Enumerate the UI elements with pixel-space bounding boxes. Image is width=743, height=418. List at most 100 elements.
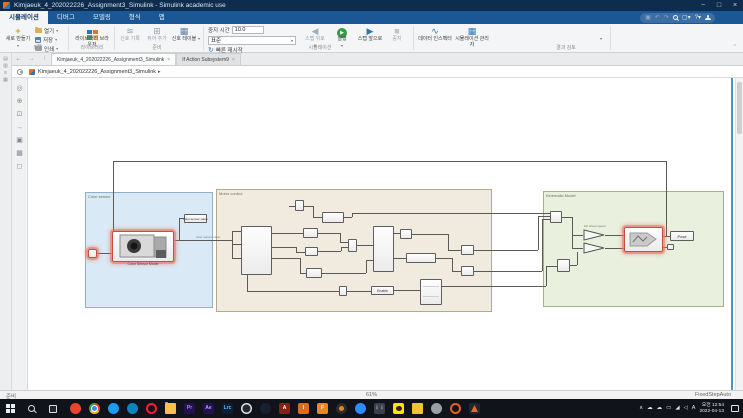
save-button[interactable]: 저장 ▾ bbox=[35, 36, 57, 44]
block[interactable] bbox=[295, 200, 304, 211]
taskbar-app-grid-app[interactable]: ⋮⋮ bbox=[374, 403, 385, 414]
task-view-icon[interactable] bbox=[49, 404, 57, 413]
up-button[interactable]: ↑ bbox=[38, 53, 51, 65]
fit-to-view-icon[interactable]: ⊡ bbox=[12, 108, 27, 121]
taskbar-app-app-i[interactable]: I bbox=[298, 403, 309, 414]
mux-block[interactable] bbox=[550, 211, 562, 223]
panel-icon[interactable]: ▦ bbox=[3, 77, 8, 83]
block[interactable] bbox=[461, 266, 474, 276]
taskbar-app-matlab[interactable] bbox=[469, 403, 480, 414]
taskbar-app-obs[interactable] bbox=[241, 403, 252, 414]
matlab-function-block[interactable] bbox=[241, 226, 272, 275]
block[interactable] bbox=[303, 228, 318, 238]
ime-indicator[interactable]: A bbox=[692, 399, 696, 418]
taskbar-app-autocad[interactable]: A bbox=[279, 403, 290, 414]
search-icon[interactable] bbox=[672, 15, 678, 20]
back-button[interactable]: ← bbox=[12, 53, 25, 65]
panel-icon[interactable]: ▤ bbox=[3, 56, 8, 62]
pose-block[interactable]: Pose bbox=[670, 231, 694, 241]
taskbar-app-app-folder2[interactable] bbox=[412, 403, 423, 414]
block[interactable] bbox=[400, 229, 412, 239]
taskbar-app-twitter[interactable] bbox=[108, 403, 119, 414]
forward-button[interactable]: → bbox=[25, 53, 38, 65]
taskbar-app-blender[interactable] bbox=[336, 403, 347, 414]
simulation-mode-select[interactable]: 표준 ▾ bbox=[208, 36, 296, 45]
open-button[interactable]: 열기 ▾ bbox=[35, 26, 58, 35]
mux-block[interactable] bbox=[557, 259, 570, 272]
model-canvas[interactable]: Color sensor Motor control Kinematic Model… bbox=[28, 78, 733, 390]
taskbar-app-kakaotalk[interactable] bbox=[393, 403, 404, 414]
hide-explorer-icon[interactable] bbox=[17, 68, 23, 75]
tab-format[interactable]: 형식 bbox=[120, 11, 150, 24]
minimize-button[interactable]: − bbox=[695, 0, 711, 11]
step-forward-button[interactable]: ▶ 스텝 앞으로 bbox=[356, 26, 384, 47]
goto-color-sensor-value[interactable]: color sensor value bbox=[183, 214, 208, 223]
block[interactable] bbox=[406, 253, 436, 263]
redo-icon[interactable]: ↷ bbox=[664, 13, 669, 23]
data-inspector-button[interactable]: ∿ 데이터 인스펙터 bbox=[418, 26, 452, 47]
taskbar-clock[interactable]: 오전 12:54 2022-04-13 bbox=[699, 403, 724, 414]
battery-icon[interactable]: ▭ bbox=[666, 399, 671, 418]
taskbar-app-file-explorer[interactable] bbox=[165, 401, 176, 414]
subsystem-block[interactable] bbox=[373, 226, 394, 272]
panel-icon[interactable]: ≡ bbox=[4, 70, 7, 76]
area-icon[interactable]: ◻ bbox=[12, 160, 27, 173]
chevron-up-icon[interactable]: ∧ bbox=[639, 399, 643, 418]
taskbar-app-app-f[interactable]: F bbox=[317, 403, 328, 414]
close-button[interactable]: × bbox=[727, 0, 743, 11]
taskbar-app-zoom[interactable] bbox=[355, 403, 366, 414]
zoom-icon[interactable]: ⊕ bbox=[12, 95, 27, 108]
stop-time-input[interactable]: 10.0 bbox=[231, 26, 264, 34]
doc-tab-model[interactable]: Kimjaeuk_4_202022226_Assignment3_Simulin… bbox=[51, 53, 177, 66]
stop-button[interactable]: ■ 중지 bbox=[386, 26, 408, 47]
tab-debug[interactable]: 디버그 bbox=[48, 11, 84, 24]
breadcrumb-path[interactable]: Kimjaeuk_4_202022226_Assignment3_Simulin… bbox=[38, 69, 156, 75]
taskbar-app-app-orange[interactable] bbox=[450, 403, 461, 414]
taskbar-app-after-effects[interactable]: Ae bbox=[203, 403, 214, 414]
merge-block[interactable] bbox=[348, 239, 357, 252]
block[interactable] bbox=[305, 247, 318, 256]
profile-icon[interactable] bbox=[705, 15, 711, 20]
panel-icon[interactable]: ▥ bbox=[3, 63, 8, 69]
help-icon[interactable]: ?▾ bbox=[695, 13, 701, 23]
maximize-button[interactable]: □ bbox=[711, 0, 727, 11]
simulation-manager-button[interactable]: ▦ 시뮬레이션 관리자 bbox=[454, 26, 490, 47]
taskbar-app-app-gray[interactable] bbox=[431, 403, 442, 414]
save-icon[interactable]: ▣ bbox=[645, 13, 651, 23]
terminator-block[interactable] bbox=[667, 244, 674, 250]
gain-block[interactable] bbox=[583, 229, 605, 241]
block[interactable] bbox=[306, 268, 322, 278]
gain-block[interactable] bbox=[583, 242, 605, 254]
taskbar-app-chrome[interactable] bbox=[89, 403, 100, 414]
image-icon[interactable]: ▦ bbox=[12, 147, 27, 160]
cloud-icon[interactable]: ☁ bbox=[657, 399, 663, 418]
cloud-icon[interactable]: ☁ bbox=[647, 399, 653, 418]
pan-icon[interactable]: → bbox=[12, 121, 27, 134]
browse-icon[interactable]: ◎ bbox=[12, 82, 27, 95]
review-gallery-expander[interactable]: ▾ bbox=[600, 36, 602, 41]
tab-modeling[interactable]: 모델링 bbox=[84, 11, 120, 24]
close-tab-icon[interactable]: × bbox=[167, 54, 170, 66]
tab-apps[interactable]: 앱 bbox=[150, 11, 174, 24]
layout-icon[interactable]: ▢▾ bbox=[682, 13, 691, 23]
block[interactable] bbox=[322, 212, 344, 223]
chart-block[interactable] bbox=[420, 279, 442, 305]
taskbar-app-steam[interactable] bbox=[260, 403, 271, 414]
fast-restart-toggle[interactable]: ↻ 빠른 재시작 bbox=[208, 46, 243, 54]
undo-icon[interactable]: ↶ bbox=[655, 13, 660, 23]
annotation-icon[interactable]: ▣ bbox=[12, 134, 27, 147]
taskbar-app-lightroom[interactable]: Lrc bbox=[222, 403, 233, 414]
constant-block[interactable] bbox=[88, 249, 97, 258]
prepare-gallery-expander[interactable]: ▾ bbox=[198, 36, 200, 41]
taskbar-app-edge[interactable] bbox=[127, 403, 138, 414]
scrollbar-thumb[interactable] bbox=[737, 82, 742, 134]
collapse-ribbon-icon[interactable]: ⌃ bbox=[733, 44, 737, 50]
start-button[interactable] bbox=[6, 404, 15, 413]
taskbar-search-icon[interactable] bbox=[28, 405, 35, 412]
tab-simulation[interactable]: 시뮬레이션 bbox=[0, 11, 48, 24]
clock-block[interactable] bbox=[339, 286, 347, 296]
vehicle-kinematics-block[interactable] bbox=[624, 227, 663, 252]
enable-block[interactable]: Enable bbox=[371, 286, 394, 295]
doc-tab-subsystem[interactable]: If Action Subsystem9 × bbox=[176, 53, 241, 65]
taskbar-app-premiere[interactable]: Pr bbox=[184, 403, 195, 414]
